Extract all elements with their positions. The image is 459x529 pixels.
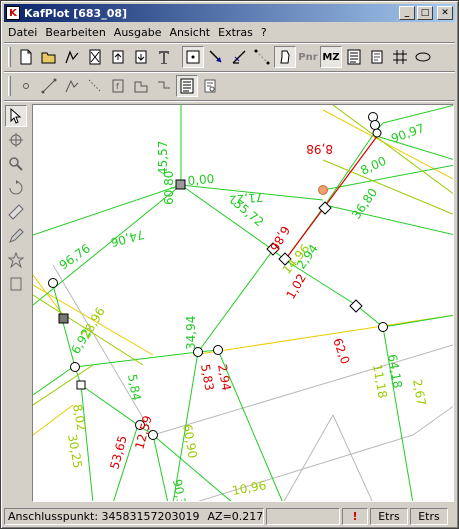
main-toolbar: Pnr MZ xyxy=(4,44,455,70)
line-icon[interactable] xyxy=(38,75,60,97)
status-alert[interactable]: ! xyxy=(342,508,368,525)
close-button[interactable]: ✕ xyxy=(437,6,453,20)
map-label: 0,00 xyxy=(187,172,215,188)
measure-ruler-icon[interactable] xyxy=(5,201,27,223)
toolbar-grip-2[interactable] xyxy=(8,76,11,96)
import-icon[interactable] xyxy=(130,46,152,68)
map-label: 90,97 xyxy=(389,121,426,146)
map-canvas[interactable]: 45,57 0,00 71,22 55,72 60,80 74,06 96,76… xyxy=(32,104,454,502)
maximize-button[interactable]: □ xyxy=(417,6,433,20)
crosshair-icon[interactable] xyxy=(5,129,27,151)
point-dot-icon[interactable] xyxy=(15,75,37,97)
angle-tool-icon[interactable] xyxy=(228,46,250,68)
measurement-labels: 45,57 0,00 71,22 55,72 60,80 74,06 96,76… xyxy=(57,121,429,502)
map-label: 5,83 xyxy=(198,363,216,392)
step-line-icon[interactable] xyxy=(153,75,175,97)
map-label: 28,96 xyxy=(78,305,107,342)
edit-path-icon[interactable] xyxy=(61,46,83,68)
svg-text:f: f xyxy=(116,82,119,91)
new-file-icon[interactable] xyxy=(15,46,37,68)
menu-bearbeiten[interactable]: Bearbeiten xyxy=(41,26,109,39)
delete-file-icon[interactable] xyxy=(84,46,106,68)
status-empty-cell xyxy=(266,508,340,525)
tools-panel xyxy=(5,105,29,500)
menu-bar: Datei Bearbeiten Ausgabe Ansicht Extras … xyxy=(4,23,455,42)
minimize-button[interactable]: _ xyxy=(399,6,415,20)
point-tool-icon[interactable] xyxy=(182,46,204,68)
star-icon[interactable] xyxy=(5,249,27,271)
status-etrs-2[interactable]: Etrs xyxy=(410,508,448,525)
arrow-down-icon[interactable] xyxy=(205,46,227,68)
app-icon: K xyxy=(6,6,20,20)
rectangle-icon[interactable] xyxy=(5,273,27,295)
map-label: 60,80 xyxy=(162,171,176,205)
map-label: 8,00 xyxy=(358,154,388,178)
green-network xyxy=(33,105,453,501)
window-title: KafPlot [683_08] xyxy=(24,6,128,20)
print-preview-icon[interactable] xyxy=(199,75,221,97)
menu-extras[interactable]: Extras xyxy=(214,26,257,39)
map-label: 8,02 xyxy=(70,403,88,432)
toolbar-grip[interactable] xyxy=(8,47,11,67)
menu-ansicht[interactable]: Ansicht xyxy=(166,26,215,39)
map-label: 2,67 xyxy=(410,378,428,407)
map-label: 90,3 xyxy=(170,478,188,502)
open-folder-icon[interactable] xyxy=(38,46,60,68)
anschlusspunkt-text: Anschlusspunkt: 34583157203019 xyxy=(8,510,200,523)
app-window: K KafPlot [683_08] _ □ ✕ Datei Bearbeite… xyxy=(0,0,459,529)
map-label: 34,94 xyxy=(184,316,198,350)
select-arrow-icon[interactable] xyxy=(5,105,27,127)
status-etrs-1[interactable]: Etrs xyxy=(370,508,408,525)
map-label: 1,02 xyxy=(283,271,308,301)
map-label: 60,90 xyxy=(180,423,200,459)
map-label: 10,96 xyxy=(231,478,267,498)
map-label: 30,25 xyxy=(65,433,85,469)
line-dots-icon[interactable] xyxy=(251,46,273,68)
polyline-icon[interactable] xyxy=(61,75,83,97)
export-icon[interactable] xyxy=(107,46,129,68)
ellipse-icon[interactable] xyxy=(412,46,434,68)
text-tool-icon[interactable] xyxy=(153,46,175,68)
map-label: 74,06 xyxy=(109,227,146,249)
drawing-toolbar: f xyxy=(4,73,455,99)
title-bar[interactable]: K KafPlot [683_08] _ □ ✕ xyxy=(4,4,455,22)
point-symbols xyxy=(48,112,388,440)
zoom-icon[interactable] xyxy=(5,153,27,175)
map-label: 11,18 xyxy=(370,363,390,399)
status-bar: Anschlusspunkt: 34583157203019 AZ=0.217 … xyxy=(4,507,455,526)
map-label: 2,94 xyxy=(215,363,233,392)
frame-f-icon[interactable]: f xyxy=(107,75,129,97)
map-label: 8,98 xyxy=(306,142,333,156)
azimuth-text: AZ=0.217 xyxy=(207,510,264,523)
map-label: 62,0 xyxy=(330,336,352,366)
mz-button[interactable]: MZ xyxy=(320,46,342,68)
report-icon[interactable] xyxy=(366,46,388,68)
rotate-icon[interactable] xyxy=(5,177,27,199)
parcel-tool-icon[interactable] xyxy=(274,46,296,68)
menu-help[interactable]: ? xyxy=(257,26,271,39)
grid-icon[interactable] xyxy=(389,46,411,68)
pencil-icon[interactable] xyxy=(5,225,27,247)
menu-ausgabe[interactable]: Ausgabe xyxy=(110,26,166,39)
map-label: 53,65 xyxy=(107,434,129,471)
map-label: 5,84 xyxy=(125,373,143,402)
step-shape-icon[interactable] xyxy=(130,75,152,97)
map-label: 45,57 xyxy=(156,141,170,175)
menu-datei[interactable]: Datei xyxy=(4,26,41,39)
dotted-line-icon[interactable] xyxy=(84,75,106,97)
document-list-icon[interactable] xyxy=(343,46,365,68)
status-info: Anschlusspunkt: 34583157203019 AZ=0.217 xyxy=(4,508,264,525)
toolbar-separator-2 xyxy=(4,100,455,102)
text-block-icon[interactable] xyxy=(176,75,198,97)
map-label: 96,76 xyxy=(57,241,93,272)
pnr-button[interactable]: Pnr xyxy=(297,46,319,68)
